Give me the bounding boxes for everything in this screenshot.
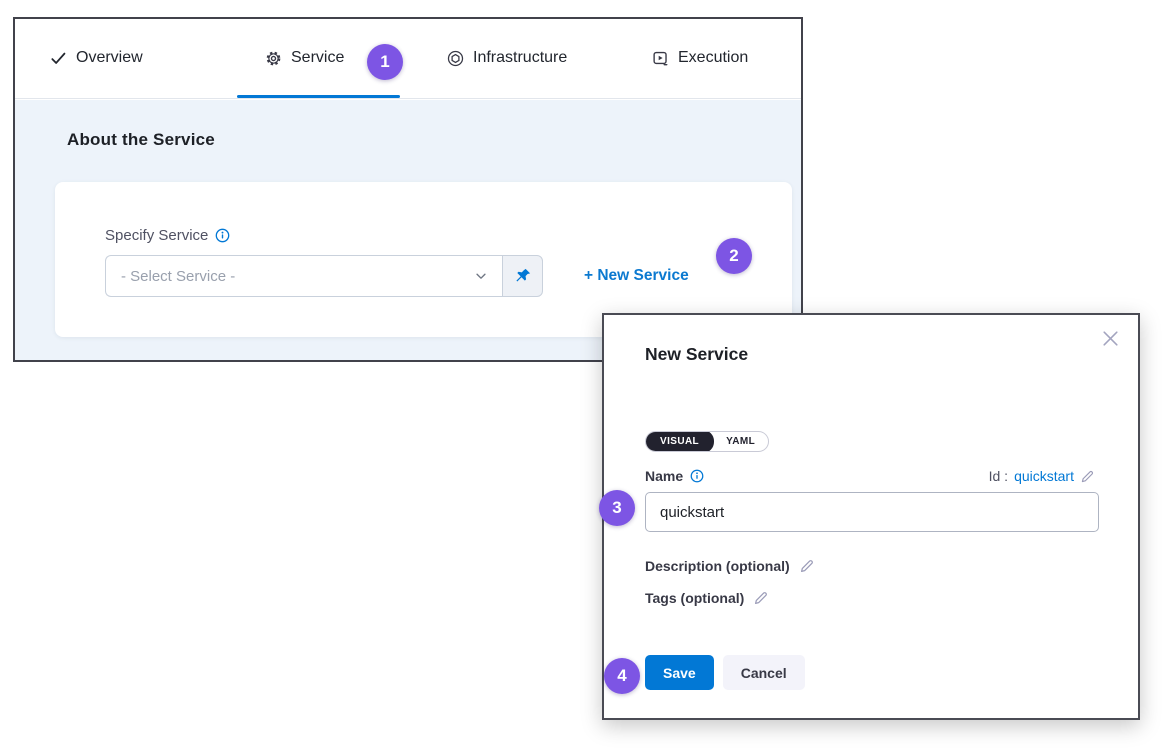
close-button[interactable] bbox=[1098, 326, 1122, 350]
tags-label: Tags (optional) bbox=[645, 590, 744, 606]
service-select-placeholder: - Select Service - bbox=[121, 268, 235, 285]
edit-tags-pencil-icon[interactable] bbox=[753, 590, 769, 606]
specify-service-label: Specify Service bbox=[105, 227, 208, 244]
modal-title: New Service bbox=[645, 344, 748, 365]
name-label: Name bbox=[645, 468, 683, 484]
infrastructure-icon bbox=[447, 50, 464, 67]
tab-service-label: Service bbox=[291, 49, 344, 67]
visual-yaml-toggle: VISUAL YAML bbox=[645, 431, 769, 452]
step-badge-4: 4 bbox=[604, 658, 640, 694]
tab-overview-label: Overview bbox=[76, 49, 143, 67]
description-row: Description (optional) bbox=[645, 558, 815, 574]
id-value-link[interactable]: quickstart bbox=[1014, 468, 1074, 484]
chevron-down-icon bbox=[474, 269, 488, 283]
step-badge-3: 3 bbox=[599, 490, 635, 526]
tab-overview[interactable]: Overview bbox=[50, 19, 143, 97]
service-id-group: Id : quickstart bbox=[989, 468, 1095, 484]
check-icon bbox=[50, 50, 67, 67]
tab-execution-label: Execution bbox=[678, 49, 748, 67]
pin-icon bbox=[514, 267, 532, 285]
specify-service-label-row: Specify Service bbox=[105, 227, 230, 244]
save-button[interactable]: Save bbox=[645, 655, 714, 690]
execution-icon bbox=[652, 50, 669, 67]
info-icon[interactable] bbox=[215, 228, 230, 243]
cancel-button[interactable]: Cancel bbox=[723, 655, 805, 690]
name-label-row: Name Id : quickstart bbox=[645, 468, 1095, 484]
toggle-visual[interactable]: VISUAL bbox=[645, 431, 714, 452]
step-badge-2: 2 bbox=[716, 238, 752, 274]
toggle-yaml[interactable]: YAML bbox=[713, 431, 768, 452]
pipeline-stage-panel: Overview Service Infrastructure bbox=[13, 17, 803, 362]
new-service-modal: New Service VISUAL YAML Name Id : quicks… bbox=[602, 313, 1140, 720]
tab-infrastructure-label: Infrastructure bbox=[473, 49, 567, 67]
tags-row: Tags (optional) bbox=[645, 590, 769, 606]
modal-actions: Save Cancel bbox=[645, 655, 805, 690]
service-select-row: - Select Service - + New Service bbox=[105, 255, 689, 297]
service-select[interactable]: - Select Service - bbox=[105, 255, 502, 297]
close-icon bbox=[1100, 328, 1121, 349]
about-service-heading: About the Service bbox=[67, 130, 215, 150]
edit-id-pencil-icon[interactable] bbox=[1080, 469, 1095, 484]
tab-infrastructure[interactable]: Infrastructure bbox=[447, 19, 567, 97]
new-service-link[interactable]: + New Service bbox=[584, 267, 689, 285]
name-input[interactable] bbox=[645, 492, 1099, 532]
info-icon[interactable] bbox=[690, 469, 704, 483]
pin-button[interactable] bbox=[502, 255, 543, 297]
stage-tabbar: Overview Service Infrastructure bbox=[15, 19, 801, 99]
name-label-group: Name bbox=[645, 468, 704, 484]
tab-execution[interactable]: Execution bbox=[652, 19, 748, 97]
step-badge-1: 1 bbox=[367, 44, 403, 80]
description-label: Description (optional) bbox=[645, 558, 790, 574]
edit-description-pencil-icon[interactable] bbox=[799, 558, 815, 574]
active-tab-underline bbox=[237, 95, 400, 98]
id-label: Id : bbox=[989, 468, 1008, 484]
gear-icon bbox=[265, 50, 282, 67]
tab-service[interactable]: Service bbox=[265, 19, 344, 97]
